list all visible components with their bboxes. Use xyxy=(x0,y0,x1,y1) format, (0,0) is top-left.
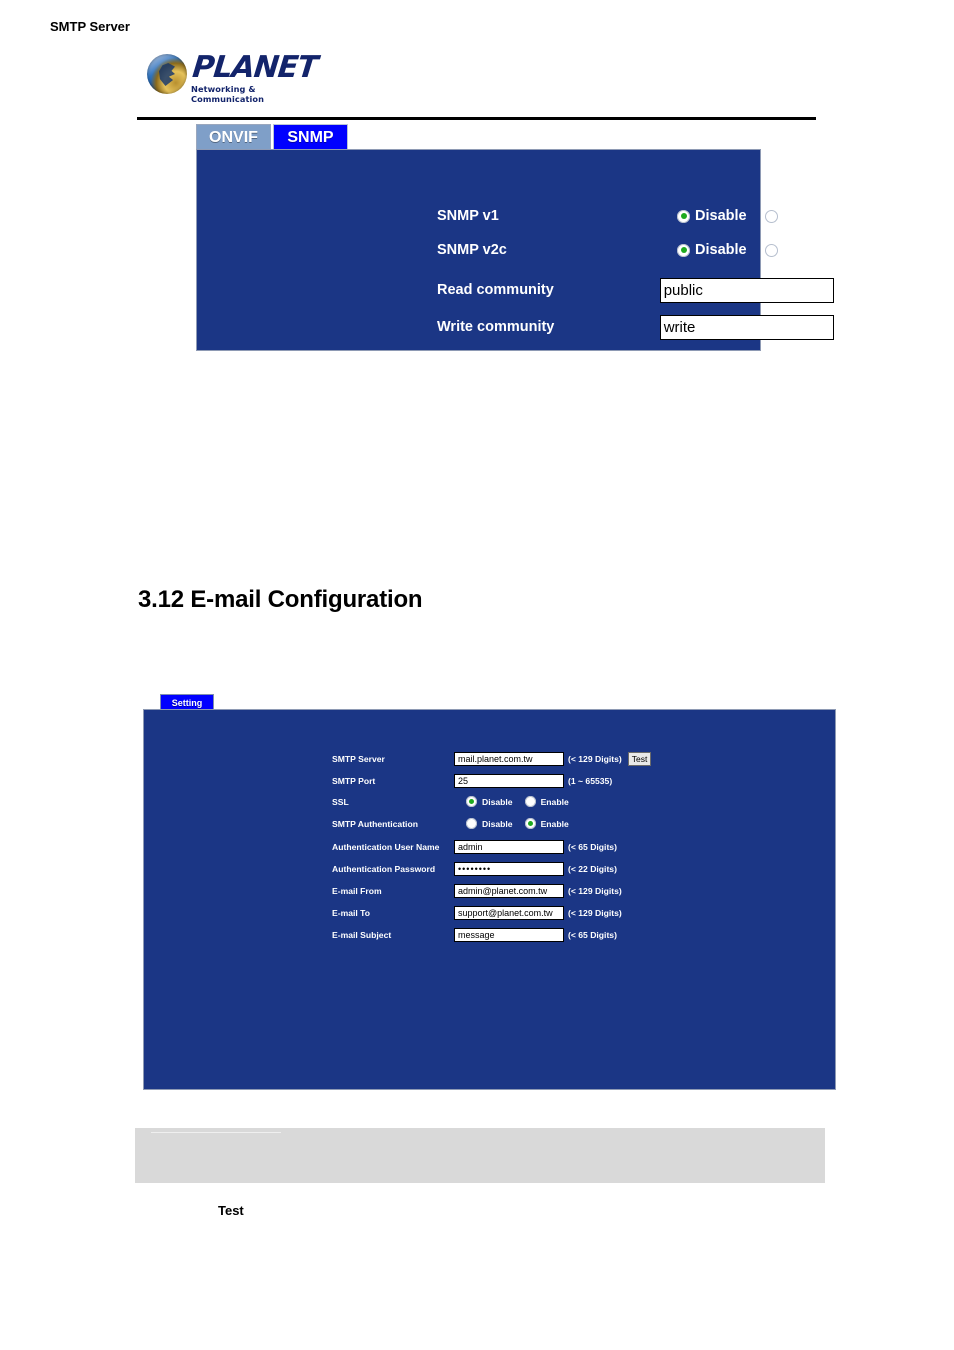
radio-ssl-enable[interactable] xyxy=(524,796,536,807)
radio-label-snmp-v2c-disable[interactable]: Disable xyxy=(695,242,747,258)
label-smtp-server: SMTP Server xyxy=(332,754,385,764)
input-read-community[interactable]: public xyxy=(659,277,834,303)
row-read-community: Read community public (< 33 Digits) xyxy=(437,274,913,306)
radio-group-snmp-v1: Disable Enable xyxy=(677,208,830,224)
radio-label-ssl-enable[interactable]: Enable xyxy=(541,797,569,807)
radio-label-smtp-auth-enable[interactable]: Enable xyxy=(541,819,569,829)
label-snmp-v2c: SNMP v2c xyxy=(437,242,507,258)
row-email-subject: E-mail Subject message (< 65 Digits) xyxy=(332,928,617,942)
radio-label-snmp-v1-disable[interactable]: Disable xyxy=(695,208,747,224)
radio-group-smtp-authentication: Disable Enable xyxy=(466,818,569,829)
label-auth-password: Authentication Password xyxy=(332,864,436,874)
hint-auth-user-name: (< 65 Digits) xyxy=(568,842,617,852)
planet-logo-text: PLANET Networking & Communication xyxy=(191,50,319,104)
radio-label-smtp-auth-disable[interactable]: Disable xyxy=(482,819,513,829)
radio-label-snmp-v2c-enable[interactable]: Enable xyxy=(783,242,831,258)
row-snmp-v1: SNMP v1 Disable Enable xyxy=(437,208,830,224)
row-smtp-authentication: SMTP Authentication Disable Enable xyxy=(332,818,569,829)
label-email-subject: E-mail Subject xyxy=(332,930,392,940)
tab-snmp[interactable]: SNMP xyxy=(273,124,348,151)
label-snmp-v1: SNMP v1 xyxy=(437,208,499,224)
mail-tabbar: Setting xyxy=(160,694,214,710)
header-divider xyxy=(137,117,816,120)
row-email-from: E-mail From admin@planet.com.tw (< 129 D… xyxy=(332,884,622,898)
radio-group-snmp-v2c: Disable Enable xyxy=(677,242,830,258)
label-email-to: E-mail To xyxy=(332,908,371,918)
radio-snmp-v2c-disable[interactable] xyxy=(677,243,690,257)
email-settings-panel: SMTP Server mail.planet.com.tw (< 129 Di… xyxy=(143,709,836,1090)
hint-smtp-server: (< 129 Digits) xyxy=(568,754,622,764)
brand-name: PLANET xyxy=(190,50,319,85)
description-box xyxy=(135,1128,825,1183)
hint-smtp-port: (1 ~ 65535) xyxy=(568,776,613,786)
row-auth-password: Authentication Password •••••••• (< 22 D… xyxy=(332,862,617,876)
radio-smtp-auth-disable[interactable] xyxy=(466,818,477,829)
input-email-to[interactable]: support@planet.com.tw xyxy=(454,906,564,920)
input-auth-user-name[interactable]: admin xyxy=(454,840,564,854)
radio-group-ssl: Disable Enable xyxy=(466,796,569,807)
input-email-subject[interactable]: message xyxy=(454,928,564,942)
label-smtp-port: SMTP Port xyxy=(332,776,376,786)
radio-snmp-v1-disable[interactable] xyxy=(677,209,690,223)
radio-label-ssl-disable[interactable]: Disable xyxy=(482,797,513,807)
input-write-community[interactable]: write xyxy=(659,314,834,340)
input-smtp-port[interactable]: 25 xyxy=(454,774,564,788)
input-auth-password[interactable]: •••••••• xyxy=(454,862,564,876)
label-email-from: E-mail From xyxy=(332,886,382,896)
row-smtp-server: SMTP Server mail.planet.com.tw (< 129 Di… xyxy=(332,752,652,766)
input-email-from[interactable]: admin@planet.com.tw xyxy=(454,884,564,898)
label-read-community: Read community xyxy=(437,282,554,298)
hint-write-community: (< 33 Digits) xyxy=(838,311,883,343)
test-button[interactable]: Test xyxy=(627,752,652,766)
radio-ssl-disable[interactable] xyxy=(466,796,477,807)
label-auth-user-name: Authentication User Name xyxy=(332,842,440,852)
row-email-to: E-mail To support@planet.com.tw (< 129 D… xyxy=(332,906,622,920)
row-ssl: SSL Disable Enable xyxy=(332,796,569,807)
label-ssl: SSL xyxy=(332,796,349,807)
hint-email-from: (< 129 Digits) xyxy=(568,886,622,896)
tab-setting[interactable]: Setting xyxy=(160,694,214,710)
hint-read-community: (< 33 Digits) xyxy=(838,274,883,306)
row-auth-user-name: Authentication User Name admin (< 65 Dig… xyxy=(332,840,617,854)
row-snmp-v2c: SNMP v2c Disable Enable xyxy=(437,242,830,258)
row-write-community: Write community write (< 33 Digits) xyxy=(437,311,913,343)
label-smtp-authentication: SMTP Authentication xyxy=(332,818,418,829)
description-box-rule xyxy=(151,1132,281,1133)
radio-smtp-auth-enable[interactable] xyxy=(524,818,536,829)
hint-email-to: (< 129 Digits) xyxy=(568,908,622,918)
snmp-panel: SNMP v1 Disable Enable SNMP v2c Disable … xyxy=(196,149,882,351)
description-title-smtp-server: SMTP Server xyxy=(50,19,130,34)
row-smtp-port: SMTP Port 25 (1 ~ 65535) xyxy=(332,774,612,788)
label-write-community: Write community xyxy=(437,319,555,335)
hint-auth-password: (< 22 Digits) xyxy=(568,864,617,874)
radio-snmp-v2c-enable[interactable] xyxy=(764,243,778,257)
hint-email-subject: (< 65 Digits) xyxy=(568,930,617,940)
description-title-test: Test xyxy=(218,1203,244,1218)
tab-onvif[interactable]: ONVIF xyxy=(196,124,271,151)
planet-logo: PLANET Networking & Communication xyxy=(147,50,319,104)
radio-label-snmp-v1-enable[interactable]: Enable xyxy=(783,208,831,224)
brand-tagline: Networking & Communication xyxy=(191,84,265,104)
snmp-tabbar: ONVIF SNMP xyxy=(196,124,348,151)
radio-snmp-v1-enable[interactable] xyxy=(764,209,778,223)
planet-globe-icon xyxy=(147,54,187,94)
input-smtp-server[interactable]: mail.planet.com.tw xyxy=(454,752,564,766)
page-title: 3.12 E-mail Configuration xyxy=(138,586,423,613)
